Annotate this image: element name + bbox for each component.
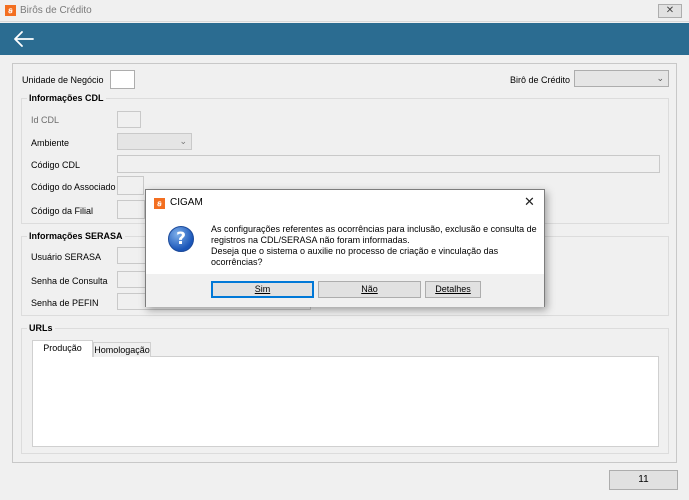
cigam-logo-icon: ꞩ [5, 5, 16, 16]
associado-label: Código do Associado [31, 182, 116, 192]
filial-input[interactable] [117, 200, 145, 219]
cdl-group-title: Informações CDL [27, 93, 106, 103]
dialog-title: CIGAM [170, 197, 203, 208]
details-button-label: Detalhes [435, 284, 471, 294]
senha-consulta-label: Senha de Consulta [31, 276, 108, 286]
ambiente-select[interactable]: ⌄ [117, 133, 192, 150]
id-cdl-label: Id CDL [31, 115, 60, 125]
header-bar [0, 23, 689, 55]
serasa-group-title: Informações SERASA [27, 231, 125, 241]
dialog-message: As configurações referentes as ocorrênci… [211, 224, 537, 268]
yes-button-label: Sim [254, 284, 271, 294]
urls-tab-panel[interactable] [32, 356, 659, 447]
no-button[interactable]: Não [318, 281, 421, 298]
confirm-dialog: ꞩ CIGAM ✕ ? As configurações referentes … [145, 189, 545, 307]
usuario-serasa-input[interactable] [117, 247, 147, 264]
chevron-down-icon: ⌄ [656, 73, 664, 83]
codigo-cdl-input[interactable] [117, 155, 660, 173]
yes-button[interactable]: Sim [211, 281, 314, 298]
filial-label: Código da Filial [31, 206, 94, 216]
no-button-label: Não [361, 284, 378, 294]
tab-producao[interactable]: Produção [32, 340, 93, 357]
urls-group-title: URLs [27, 323, 55, 333]
arrow-left-icon[interactable] [12, 28, 36, 50]
dialog-message-line: registros na CDL/SERASA não foram inform… [211, 235, 410, 245]
unidade-label: Unidade de Negócio [22, 75, 104, 85]
codigo-cdl-label: Código CDL [31, 160, 81, 170]
senha-consulta-input[interactable] [117, 271, 147, 288]
dialog-message-line: As configurações referentes as ocorrênci… [211, 224, 537, 234]
senha-pefin-label: Senha de PEFIN [31, 298, 99, 308]
unidade-input[interactable] [110, 70, 135, 89]
question-icon: ? [168, 226, 194, 252]
tab-homologacao[interactable]: Homologação [93, 342, 151, 357]
biro-select[interactable]: ⌄ [574, 70, 669, 87]
chevron-down-icon: ⌄ [179, 136, 187, 146]
dialog-message-line: Deseja que o sistema o auxilie no proces… [211, 246, 499, 256]
title-bar [0, 0, 689, 22]
associado-input[interactable] [117, 176, 144, 195]
id-cdl-input[interactable] [117, 111, 141, 128]
details-button[interactable]: Detalhes [425, 281, 481, 298]
cigam-logo-icon: ꞩ [154, 198, 165, 209]
biro-label: Birô de Crédito [510, 75, 571, 85]
window-title: Birôs de Crédito [20, 5, 92, 16]
ambiente-label: Ambiente [31, 138, 70, 148]
usuario-serasa-label: Usuário SERASA [31, 252, 102, 262]
window-close-button[interactable]: ✕ [658, 4, 682, 18]
dialog-close-icon[interactable]: ✕ [524, 194, 535, 210]
footer-button[interactable]: 11 [609, 470, 678, 490]
dialog-message-line: ocorrências? [211, 257, 263, 267]
